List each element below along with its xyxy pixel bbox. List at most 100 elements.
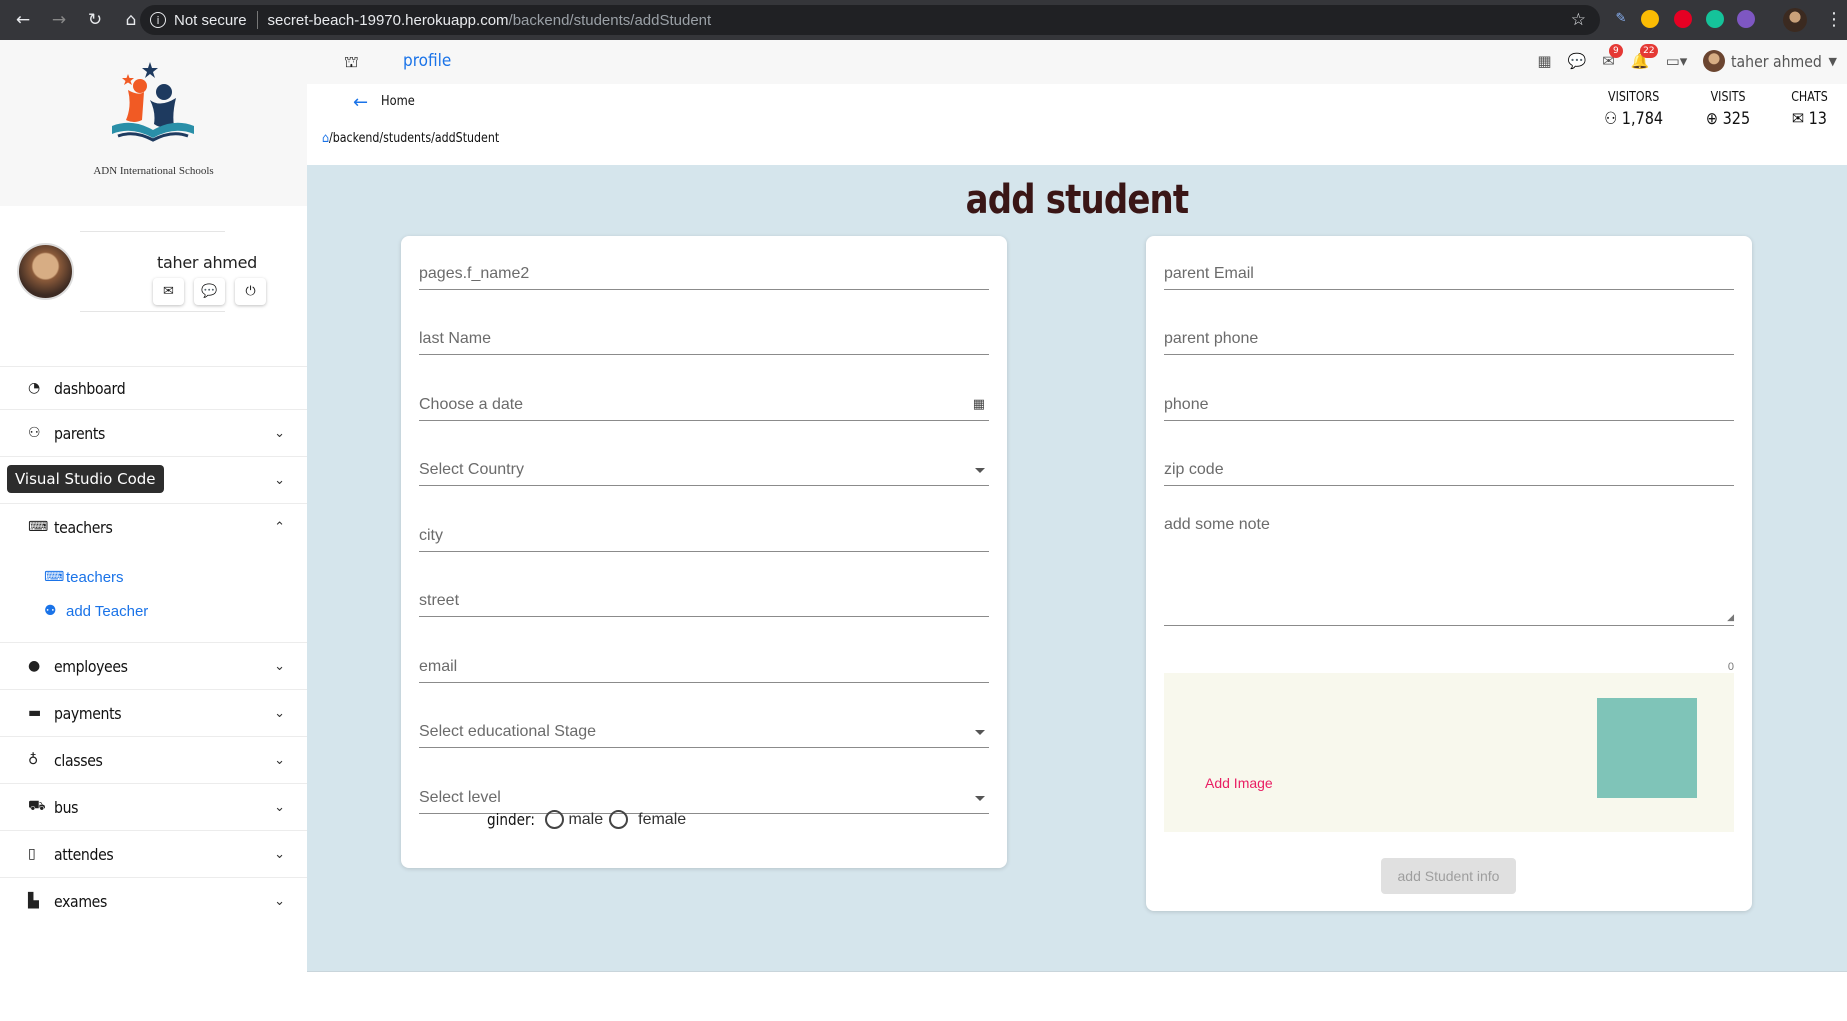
chevron-down-icon[interactable]: ▼: [1829, 55, 1837, 68]
resize-handle-icon[interactable]: ◢: [1727, 613, 1734, 623]
stat-value: ⚇ 1,784: [1603, 109, 1663, 129]
home-link[interactable]: Home: [381, 94, 415, 109]
educational-stage-select[interactable]: Select educational Stage: [419, 708, 989, 748]
lightbulb-icon: ♁: [28, 752, 39, 768]
first-name-field[interactable]: pages.f_name2: [419, 250, 989, 290]
divider: [80, 231, 225, 232]
sidebar-item-attendes[interactable]: ▯ attendes ⌄: [0, 830, 307, 877]
female-radio[interactable]: [609, 810, 629, 829]
last-name-field[interactable]: last Name: [419, 315, 989, 355]
envelope-icon[interactable]: ✉: [153, 278, 184, 305]
forward-icon[interactable]: →: [46, 7, 72, 33]
add-student-button[interactable]: add Student info: [1381, 858, 1516, 894]
add-image-button[interactable]: Add Image: [1205, 775, 1273, 791]
street-field[interactable]: street: [419, 577, 989, 617]
calendar-icon[interactable]: ▦: [1537, 52, 1551, 70]
pen-extension-icon[interactable]: ✎: [1612, 10, 1630, 28]
yellow-extension-icon[interactable]: [1641, 10, 1659, 28]
submenu-item-teachers[interactable]: ⌨ teachers: [0, 560, 307, 594]
email-field[interactable]: email: [419, 643, 989, 683]
chevron-down-icon: ⌄: [274, 846, 285, 862]
sidebar-item-classes[interactable]: ♁ classes ⌄: [0, 736, 307, 783]
topbar-user-name[interactable]: taher ahmed: [1731, 52, 1822, 71]
sidebar-item-payments[interactable]: ▬ payments ⌄: [0, 689, 307, 736]
bookmark-star-icon[interactable]: ☆: [1571, 10, 1586, 30]
envelope-icon[interactable]: ✉ 9: [1602, 44, 1623, 70]
sidebar-item-teachers[interactable]: ⌨ teachers ⌃: [0, 503, 307, 550]
profile-link[interactable]: profile: [403, 51, 451, 71]
sidebar-item-parents[interactable]: ⚇ parents ⌄: [0, 409, 307, 456]
address-bar[interactable]: i Not secure secret-beach-19970.herokuap…: [140, 5, 1600, 35]
comments-icon: ✉: [1791, 109, 1805, 129]
gender-group: ginder: male female: [487, 810, 690, 829]
sidebar-item-dashboard[interactable]: ◔ dashboard: [0, 366, 307, 409]
page-title: add student: [965, 177, 1190, 223]
school-building-icon[interactable]: ⛫: [344, 52, 359, 73]
chevron-down-icon: ⌄: [274, 799, 285, 815]
female-label[interactable]: female: [638, 811, 686, 829]
chevron-down-icon: ⌄: [274, 893, 285, 909]
mail-badge: 9: [1608, 44, 1623, 58]
language-icon[interactable]: ▭▾: [1666, 52, 1688, 70]
user-avatar[interactable]: [17, 243, 74, 300]
calendar-icon[interactable]: ▦: [973, 397, 985, 412]
level-select[interactable]: Select level: [419, 774, 989, 814]
arrow-left-icon[interactable]: ←: [353, 92, 368, 113]
reload-icon[interactable]: ↻: [82, 7, 108, 33]
divider: [80, 311, 225, 312]
teachers-submenu: ⌨ teachers ⚉ add Teacher: [0, 550, 307, 642]
purple-extension-icon[interactable]: [1737, 10, 1755, 28]
phone-field[interactable]: phone: [1164, 381, 1734, 421]
topbar-actions: ▦ 💬 ✉ 9 🔔 22 ▭▾ taher ahmed ▼: [1537, 44, 1847, 72]
caret-down-icon: [975, 468, 985, 473]
bus-icon: ⛟: [28, 798, 46, 814]
back-icon[interactable]: ←: [10, 7, 36, 33]
sidebar: ADN International Schools taher ahmed ✉ …: [0, 40, 307, 1021]
school-logo[interactable]: [98, 60, 208, 160]
chalkboard-icon: ⌨: [28, 519, 49, 535]
image-upload-area[interactable]: Add Image: [1164, 673, 1734, 832]
user-avatar[interactable]: [1703, 50, 1726, 72]
submenu-item-add-teacher[interactable]: ⚉ add Teacher: [0, 594, 307, 628]
sidebar-item-label: dashboard: [54, 378, 126, 398]
tooltip: Visual Studio Code: [7, 465, 164, 493]
sidebar-item-exames[interactable]: ▙ exames ⌄: [0, 877, 307, 924]
stat-value: ⊕ 325: [1705, 109, 1751, 129]
chevron-down-icon: ⌄: [274, 472, 285, 488]
profile-actions: ✉ 💬 ⏻: [153, 278, 266, 305]
power-icon[interactable]: ⏻: [235, 278, 266, 305]
city-field[interactable]: city: [419, 512, 989, 552]
file-export-icon: ▙: [28, 893, 39, 909]
birth-date-field[interactable]: Choose a date ▦: [419, 381, 989, 421]
grammarly-extension-icon[interactable]: [1706, 10, 1724, 28]
sidebar-item-employees[interactable]: ● employees ⌄: [0, 642, 307, 689]
wallet-icon: ▬: [28, 705, 42, 721]
security-label: Not secure: [174, 11, 247, 29]
image-preview: [1597, 698, 1697, 798]
comments-icon[interactable]: 💬: [1568, 52, 1587, 70]
male-label[interactable]: male: [568, 811, 603, 829]
browser-profile-avatar[interactable]: [1783, 8, 1807, 32]
parent-phone-field[interactable]: parent phone: [1164, 315, 1734, 355]
bell-icon[interactable]: 🔔 22: [1631, 44, 1658, 70]
notification-badge: 22: [1640, 44, 1658, 58]
sidebar-item-label: exames: [54, 891, 107, 911]
caret-down-icon: [975, 730, 985, 735]
sidebar-item-label: employees: [54, 656, 128, 676]
comments-icon[interactable]: 💬: [194, 278, 225, 305]
parent-email-field[interactable]: parent Email: [1164, 250, 1734, 290]
zip-code-field[interactable]: zip code: [1164, 446, 1734, 486]
sidebar-user-name: taher ahmed: [157, 253, 257, 272]
stat-label: VISITS: [1710, 90, 1746, 105]
pinterest-extension-icon[interactable]: [1674, 10, 1692, 28]
divider: [256, 11, 258, 29]
country-select[interactable]: Select Country: [419, 446, 989, 486]
stat-value: ✉ 13: [1791, 109, 1828, 129]
info-icon[interactable]: i: [150, 12, 166, 28]
sidebar-item-bus[interactable]: ⛟ bus ⌄: [0, 783, 307, 830]
browser-menu-icon[interactable]: ⋮: [1825, 9, 1843, 30]
note-textarea[interactable]: add some note ◢: [1164, 506, 1734, 626]
chevron-down-icon: ⌄: [274, 705, 285, 721]
male-radio[interactable]: [545, 810, 565, 829]
submenu-label: add Teacher: [66, 602, 149, 620]
